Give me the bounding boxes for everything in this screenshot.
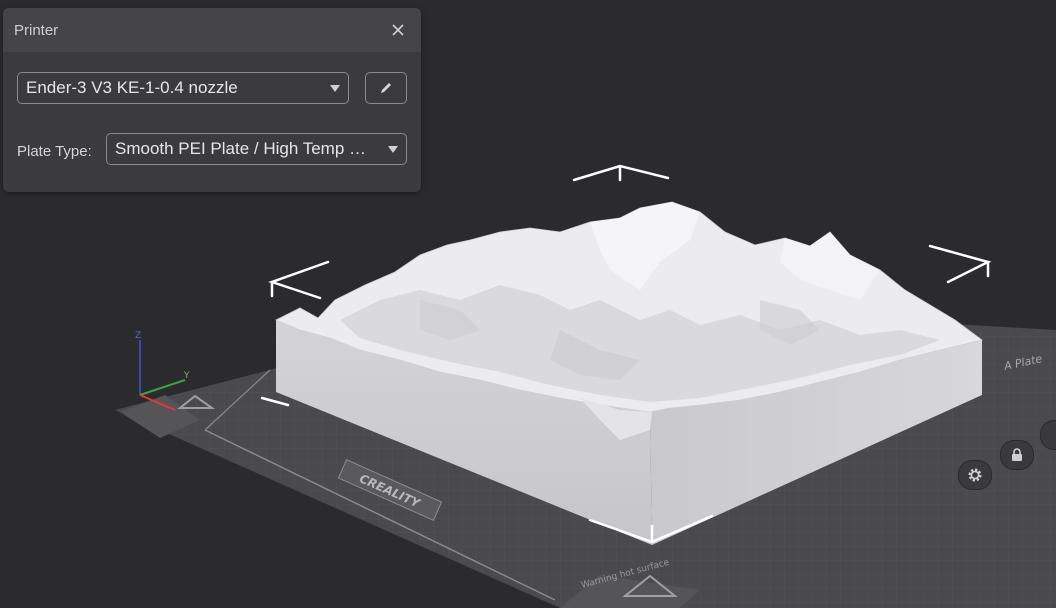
gear-icon [968,468,982,482]
plate-settings-button[interactable] [958,460,992,490]
pencil-icon [381,83,391,93]
axis-z-label: Z [135,331,141,341]
plate-type-select[interactable]: Smooth PEI Plate / High Temp … [106,133,407,165]
close-button[interactable] [387,19,409,41]
edit-printer-button[interactable] [365,72,407,104]
printer-preset-select[interactable]: Ender-3 V3 KE-1-0.4 nozzle [17,72,349,104]
printer-panel: Printer Ender-3 V3 KE-1-0.4 nozzle Plate… [3,8,421,192]
plate-type-value: Smooth PEI Plate / High Temp … [115,139,367,158]
chevron-down-icon [330,84,340,92]
panel-header: Printer [3,8,421,52]
plate-lock-button[interactable] [1000,440,1034,470]
close-icon [392,24,404,36]
panel-title: Printer [14,21,59,39]
chevron-down-icon [388,145,398,153]
axis-y-label: Y [183,371,190,381]
printer-preset-value: Ender-3 V3 KE-1-0.4 nozzle [26,78,238,97]
lock-icon [1012,448,1022,461]
plate-type-label: Plate Type: [17,143,92,160]
